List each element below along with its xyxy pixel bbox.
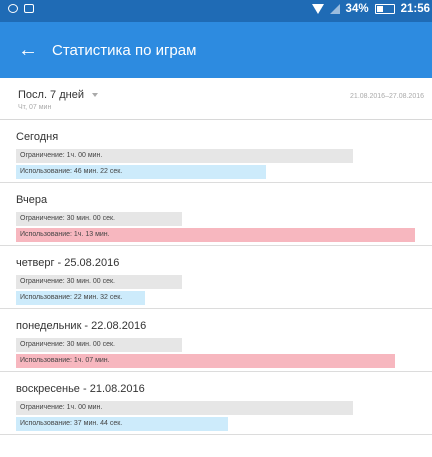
notification-icon	[8, 4, 18, 13]
signal-icon	[329, 4, 340, 14]
day-name: Сегодня	[16, 131, 59, 143]
day-item: Вчера Ограничение: 30 мин. 00 сек. Испол…	[0, 184, 432, 246]
day-item: четверг - 25.08.2016 Ограничение: 30 мин…	[0, 247, 432, 309]
status-left-icons	[8, 4, 34, 13]
day-name: понедельник - 22.08.2016	[16, 320, 147, 332]
limit-bar: Ограничение: 30 мин. 00 сек.	[16, 275, 182, 289]
limit-bar: Ограничение: 30 мин. 00 сек.	[16, 212, 182, 226]
period-sub: Чт, 07 мин	[18, 104, 52, 111]
image-icon	[24, 4, 34, 13]
app-bar: ← Статистика по играм	[0, 22, 432, 78]
period-label: Посл. 7 дней	[18, 89, 84, 101]
day-item: понедельник - 22.08.2016 Ограничение: 30…	[0, 310, 432, 372]
day-name: четверг - 25.08.2016	[16, 257, 120, 269]
day-item: воскресенье - 21.08.2016 Ограничение: 1ч…	[0, 373, 432, 435]
day-name: воскресенье - 21.08.2016	[16, 383, 145, 395]
period-dropdown[interactable]: Посл. 7 дней	[18, 89, 98, 101]
limit-bar: Ограничение: 1ч. 00 мин.	[16, 149, 353, 163]
usage-bar: Использование: 37 мин. 44 сек.	[16, 417, 228, 431]
battery-percent: 34%	[345, 3, 369, 15]
wifi-icon	[311, 4, 324, 14]
usage-bar: Использование: 22 мин. 32 сек.	[16, 291, 145, 305]
usage-bar: Использование: 46 мин. 22 сек.	[16, 165, 266, 179]
chevron-down-icon	[91, 93, 98, 98]
usage-bar: Использование: 1ч. 13 мин.	[16, 228, 415, 242]
status-right: 34% 21:56	[311, 3, 430, 15]
limit-bar: Ограничение: 30 мин. 00 сек.	[16, 338, 182, 352]
page-title: Статистика по играм	[52, 42, 197, 59]
status-bar: 34% 21:56	[0, 0, 432, 22]
day-name: Вчера	[16, 194, 48, 206]
battery-icon	[374, 4, 395, 14]
usage-bar: Использование: 1ч. 07 мин.	[16, 354, 395, 368]
back-arrow-icon[interactable]: ←	[14, 36, 42, 64]
period-filter[interactable]: Посл. 7 дней Чт, 07 мин 21.08.2016–27.08…	[0, 80, 432, 120]
date-range: 21.08.2016–27.08.2016	[350, 93, 424, 100]
day-item: Сегодня Ограничение: 1ч. 00 мин. Использ…	[0, 121, 432, 183]
status-time: 21:56	[400, 3, 430, 15]
limit-bar: Ограничение: 1ч. 00 мин.	[16, 401, 353, 415]
